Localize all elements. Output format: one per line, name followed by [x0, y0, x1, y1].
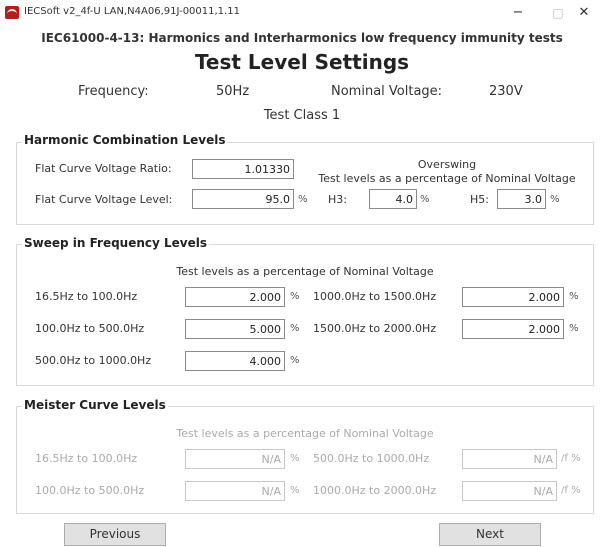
- sweep-range-label: 16.5Hz to 100.0Hz: [35, 290, 138, 303]
- meister-range-label: 100.0Hz to 500.0Hz: [35, 484, 145, 497]
- meister-level-unit: %: [290, 453, 300, 464]
- app-logo-icon: [5, 6, 19, 19]
- meister-level-field[interactable]: N/A: [185, 481, 285, 501]
- flat-curve-level-label: Flat Curve Voltage Level:: [35, 193, 173, 206]
- sweep-level-field[interactable]: 2.000: [462, 319, 564, 339]
- h3-unit: %: [420, 194, 430, 205]
- meister-range-label: 1000.0Hz to 2000.0Hz: [313, 484, 437, 497]
- sweep-range-label: 500.0Hz to 1000.0Hz: [35, 354, 152, 367]
- sweep-range-label: 1000.0Hz to 1500.0Hz: [313, 290, 437, 303]
- h5-unit: %: [550, 194, 560, 205]
- sweep-description: Test levels as a percentage of Nominal V…: [176, 265, 434, 278]
- sweep-level-field[interactable]: 2.000: [185, 287, 285, 307]
- h3-field[interactable]: 4.0: [369, 189, 417, 209]
- test-class-label: Test Class 1: [263, 108, 341, 123]
- h3-label: H3:: [328, 193, 347, 206]
- flat-curve-ratio-field[interactable]: 1.01330: [192, 159, 294, 179]
- meister-level-unit: /f %: [561, 453, 581, 464]
- sweep-level-unit: %: [569, 323, 579, 334]
- sweep-level-field[interactable]: 4.000: [185, 351, 285, 371]
- flat-curve-level-unit: %: [298, 194, 308, 205]
- title-bar: IECSoft v2_4f-U LAN,N4A06,91J-00011,1.11…: [0, 0, 604, 26]
- meister-level-field[interactable]: N/A: [185, 449, 285, 469]
- meister-level-field[interactable]: N/A: [462, 449, 557, 469]
- meister-range-label: 500.0Hz to 1000.0Hz: [313, 452, 430, 465]
- overswing-description: Test levels as a percentage of Nominal V…: [318, 172, 576, 185]
- meister-level-unit: %: [290, 485, 300, 496]
- flat-curve-level-field[interactable]: 95.0: [192, 189, 294, 209]
- sweep-level-field[interactable]: 2.000: [462, 287, 564, 307]
- h5-label: H5:: [470, 193, 489, 206]
- meister-level-unit: /f %: [561, 485, 581, 496]
- meister-curve-title: Meister Curve Levels: [22, 398, 168, 412]
- sweep-level-field[interactable]: 5.000: [185, 319, 285, 339]
- previous-button[interactable]: Previous: [64, 523, 166, 546]
- sweep-level-unit: %: [290, 291, 300, 302]
- flat-curve-ratio-label: Flat Curve Voltage Ratio:: [35, 162, 172, 175]
- frequency-value: 50Hz: [216, 84, 250, 99]
- sweep-level-unit: %: [290, 355, 300, 366]
- next-button[interactable]: Next: [439, 523, 541, 546]
- page-title: Test Level Settings: [194, 50, 410, 74]
- nominal-voltage-label: Nominal Voltage:: [331, 84, 443, 99]
- harmonic-combination-title: Harmonic Combination Levels: [22, 133, 228, 147]
- standard-subtitle: IEC61000-4-13: Harmonics and Interharmon…: [41, 31, 563, 45]
- sweep-frequency-title: Sweep in Frequency Levels: [22, 236, 210, 250]
- sweep-range-label: 100.0Hz to 500.0Hz: [35, 322, 145, 335]
- nominal-voltage-value: 230V: [489, 84, 523, 99]
- overswing-title: Overswing: [417, 158, 477, 171]
- h5-field[interactable]: 3.0: [497, 189, 546, 209]
- meister-description: Test levels as a percentage of Nominal V…: [176, 427, 434, 440]
- sweep-range-label: 1500.0Hz to 2000.0Hz: [313, 322, 437, 335]
- meister-level-field[interactable]: N/A: [462, 481, 557, 501]
- meister-range-label: 16.5Hz to 100.0Hz: [35, 452, 138, 465]
- window-title: IECSoft v2_4f-U LAN,N4A06,91J-00011,1.11: [24, 6, 240, 17]
- frequency-label: Frequency:: [78, 84, 149, 99]
- sweep-level-unit: %: [290, 323, 300, 334]
- minimize-button[interactable]: −: [498, 2, 538, 24]
- close-button[interactable]: ✕: [564, 2, 604, 24]
- sweep-level-unit: %: [569, 291, 579, 302]
